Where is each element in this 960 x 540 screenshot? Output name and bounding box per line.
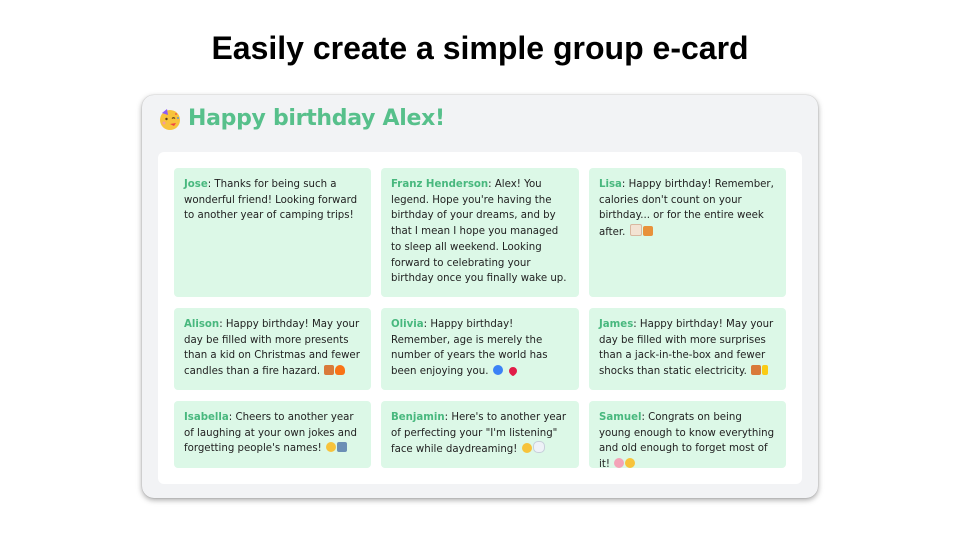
- message-author: Olivia: [391, 319, 424, 330]
- smirk-face-icon: [521, 443, 532, 454]
- thought-cloud-icon: [532, 441, 545, 454]
- message-text: : Alex! You legend. Hope you're having t…: [391, 179, 567, 285]
- message-text: : Thanks for being such a wonderful frie…: [184, 179, 358, 222]
- thinking-face-icon: [625, 458, 636, 469]
- message-author: Samuel: [599, 412, 642, 423]
- gift-icon: [751, 365, 762, 376]
- lightning-icon: [762, 365, 769, 376]
- message-card: Lisa: Happy birthday! Remember, calories…: [589, 168, 786, 297]
- ecard-window: Happy birthday Alex! Jose: Thanks for be…: [142, 95, 818, 498]
- message-card: Samuel: Congrats on being young enough t…: [589, 401, 786, 470]
- globe-icon: [492, 365, 503, 376]
- party-face-icon: [158, 107, 182, 131]
- message-card: Olivia: Happy birthday! Remember, age is…: [381, 308, 579, 390]
- message-author: Lisa: [599, 179, 622, 190]
- message-card: Benjamin: Here's to another year of perf…: [381, 401, 579, 468]
- heart-icon: [507, 365, 519, 377]
- card-heading: Happy birthday Alex!: [158, 106, 445, 131]
- messages-panel: Jose: Thanks for being such a wonderful …: [158, 152, 802, 484]
- gift-icon: [324, 365, 335, 376]
- cake-icon: [629, 224, 642, 237]
- laughing-face-icon: [325, 442, 336, 453]
- message-card: Isabella: Cheers to another year of laug…: [174, 401, 371, 468]
- message-author: James: [599, 319, 634, 330]
- message-card: Franz Henderson: Alex! You legend. Hope …: [381, 168, 579, 297]
- message-author: Isabella: [184, 412, 229, 423]
- message-author: Alison: [184, 319, 220, 330]
- message-text: : Happy birthday! Remember, calories don…: [599, 179, 774, 239]
- pizza-icon: [642, 226, 653, 237]
- message-card: Jose: Thanks for being such a wonderful …: [174, 168, 371, 297]
- brain-icon: [614, 458, 625, 469]
- message-card: Alison: Happy birthday! May your day be …: [174, 308, 371, 390]
- message-author: Benjamin: [391, 412, 445, 423]
- card-title: Happy birthday Alex!: [188, 106, 445, 131]
- message-card: James: Happy birthday! May your day be f…: [589, 308, 786, 390]
- slide-title: Easily create a simple group e-card: [211, 30, 749, 66]
- fire-icon: [335, 365, 346, 376]
- message-author: Franz Henderson: [391, 179, 489, 190]
- people-icon: [336, 442, 347, 453]
- message-author: Jose: [184, 179, 208, 190]
